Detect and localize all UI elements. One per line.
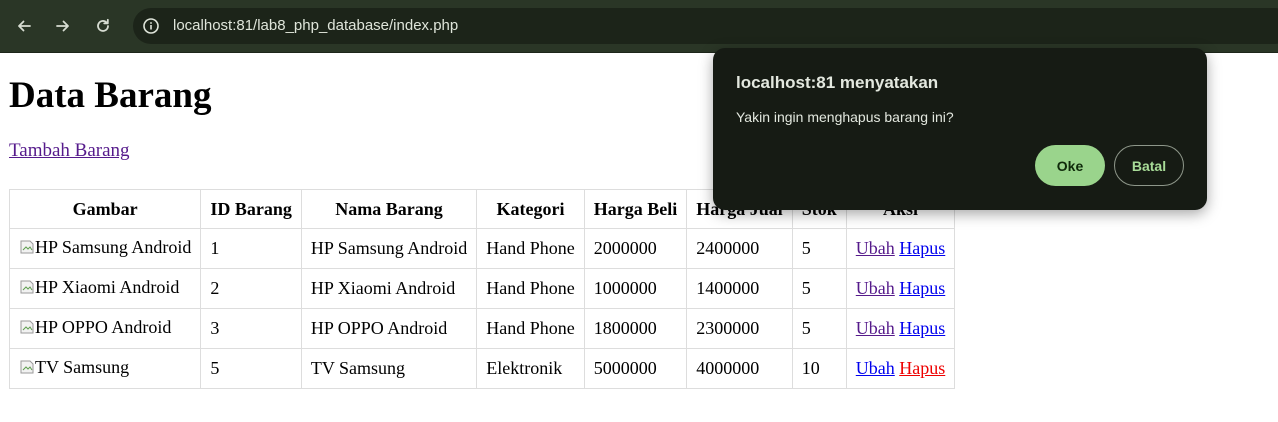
stok-cell: 10 [791, 348, 847, 389]
product-image: HP OPPO Android [19, 317, 171, 338]
confirm-dialog: localhost:81 menyatakan Yakin ingin meng… [713, 48, 1207, 210]
ubah-link[interactable]: Ubah [856, 278, 895, 298]
nama-cell: TV Samsung [300, 348, 478, 389]
broken-image-icon [20, 360, 34, 374]
url-text[interactable]: localhost:81/lab8_php_database/index.php [173, 8, 458, 44]
header-harga-beli: Harga Beli [583, 189, 688, 229]
image-alt-text: TV Samsung [35, 356, 130, 377]
harga-jual-cell: 1400000 [686, 268, 793, 309]
nama-cell: HP Samsung Android [300, 228, 478, 269]
kategori-cell: Elektronik [476, 348, 585, 389]
dialog-title: localhost:81 menyatakan [736, 73, 939, 92]
forward-button[interactable] [49, 12, 77, 40]
hapus-link[interactable]: Hapus [899, 318, 945, 338]
add-item-link[interactable]: Tambah Barang [9, 140, 130, 162]
image-alt-text: HP Samsung Android [35, 236, 192, 257]
gambar-cell: HP Xiaomi Android [8, 268, 202, 309]
page-title: Data Barang [9, 75, 212, 116]
broken-image-icon [20, 280, 34, 294]
back-button[interactable] [10, 12, 38, 40]
gambar-cell: HP OPPO Android [8, 308, 202, 349]
stok-cell: 5 [791, 308, 847, 349]
harga-jual-cell: 2300000 [686, 308, 793, 349]
back-arrow-icon [18, 20, 31, 32]
forward-arrow-icon [56, 20, 69, 32]
header-id: ID Barang [200, 189, 302, 229]
id-cell: 5 [200, 348, 302, 389]
header-nama: Nama Barang [300, 189, 478, 229]
info-icon [143, 18, 159, 34]
site-info-button[interactable] [141, 16, 161, 36]
hapus-link[interactable]: Hapus [899, 358, 945, 378]
gambar-cell: HP Samsung Android [8, 228, 202, 269]
harga-beli-cell: 5000000 [583, 348, 688, 389]
items-table: Gambar ID Barang Nama Barang Kategori Ha… [8, 189, 956, 389]
stok-cell: 5 [791, 268, 847, 309]
harga-beli-cell: 1800000 [583, 308, 688, 349]
kategori-cell: Hand Phone [476, 308, 585, 349]
nama-cell: HP OPPO Android [300, 308, 478, 349]
harga-jual-cell: 4000000 [686, 348, 793, 389]
product-image: TV Samsung [19, 357, 129, 378]
kategori-cell: Hand Phone [476, 228, 585, 269]
broken-image-icon [20, 240, 34, 254]
aksi-cell: Ubah Hapus [845, 228, 956, 269]
stok-cell: 5 [791, 228, 847, 269]
id-cell: 2 [200, 268, 302, 309]
aksi-cell: Ubah Hapus [845, 268, 956, 309]
address-bar[interactable]: localhost:81/lab8_php_database/index.php [133, 8, 1278, 44]
broken-image-icon [20, 320, 34, 334]
ok-button[interactable]: Oke [1035, 145, 1105, 186]
product-image: HP Samsung Android [19, 237, 191, 258]
table-row: HP Xiaomi Android 2 HP Xiaomi Android Ha… [8, 268, 956, 309]
hapus-link[interactable]: Hapus [899, 238, 945, 258]
id-cell: 1 [200, 228, 302, 269]
image-alt-text: HP Xiaomi Android [35, 276, 180, 297]
ubah-link[interactable]: Ubah [856, 318, 895, 338]
reload-button[interactable] [89, 12, 117, 40]
header-gambar: Gambar [8, 189, 202, 229]
ubah-link[interactable]: Ubah [856, 358, 895, 378]
gambar-cell: TV Samsung [8, 348, 202, 389]
browser-toolbar: localhost:81/lab8_php_database/index.php [0, 0, 1278, 53]
hapus-link[interactable]: Hapus [899, 278, 945, 298]
header-kategori: Kategori [476, 189, 585, 229]
ubah-link[interactable]: Ubah [856, 238, 895, 258]
product-image: HP Xiaomi Android [19, 277, 179, 298]
id-cell: 3 [200, 308, 302, 349]
aksi-cell: Ubah Hapus [845, 308, 956, 349]
cancel-button[interactable]: Batal [1114, 145, 1184, 186]
image-alt-text: HP OPPO Android [35, 316, 172, 337]
reload-icon [97, 18, 109, 32]
table-row: HP OPPO Android 3 HP OPPO Android Hand P… [8, 308, 956, 349]
harga-jual-cell: 2400000 [686, 228, 793, 269]
harga-beli-cell: 1000000 [583, 268, 688, 309]
harga-beli-cell: 2000000 [583, 228, 688, 269]
kategori-cell: Hand Phone [476, 268, 585, 309]
table-row: TV Samsung 5 TV Samsung Elektronik 50000… [8, 348, 956, 389]
dialog-message: Yakin ingin menghapus barang ini? [736, 109, 954, 125]
nama-cell: HP Xiaomi Android [300, 268, 478, 309]
aksi-cell: Ubah Hapus [845, 348, 956, 389]
table-row: HP Samsung Android 1 HP Samsung Android … [8, 228, 956, 269]
